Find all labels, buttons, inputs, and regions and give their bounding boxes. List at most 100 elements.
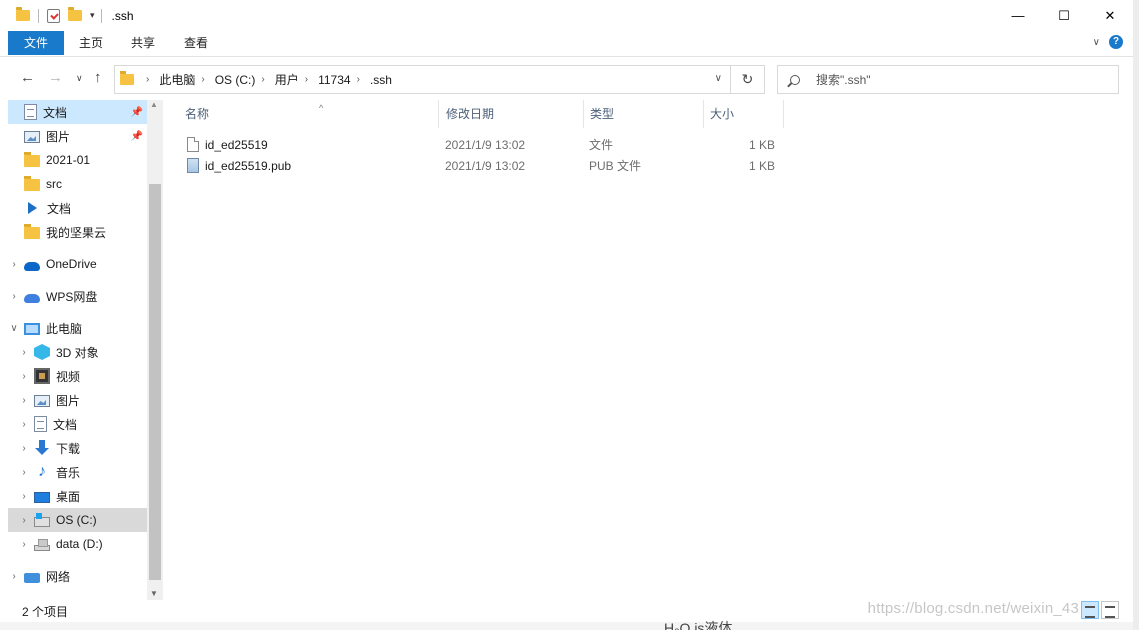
breadcrumb-separator[interactable]: › — [146, 74, 149, 85]
refresh-icon: ↻ — [741, 71, 754, 87]
tab-share[interactable]: 共享 — [118, 31, 168, 55]
pin-icon[interactable]: 📌 — [131, 131, 143, 142]
breadcrumb-this-pc[interactable]: 此电脑 — [159, 71, 195, 88]
sidebar-item-videos[interactable]: › 视频 — [8, 364, 147, 388]
sidebar-item-nutstore[interactable]: 我的坚果云 — [8, 220, 147, 244]
sidebar-item-2021-01[interactable]: 2021-01 — [8, 148, 147, 172]
sidebar-item-wps[interactable]: › WPS网盘 — [8, 284, 147, 308]
file-row[interactable]: id_ed25519.pub 2021/1/9 13:02 PUB 文件 1 K… — [179, 155, 784, 176]
back-button[interactable]: ← — [20, 69, 35, 86]
sidebar-item-label: 图片 — [56, 393, 81, 408]
breadcrumb-os-c[interactable]: OS (C:) — [215, 73, 256, 87]
address-bar[interactable]: › 此电脑 › OS (C:) › 用户 › 11734 › .ssh ∨ — [114, 65, 731, 94]
properties-icon[interactable] — [47, 8, 60, 23]
sidebar-item-label: 图片 — [46, 129, 71, 144]
breadcrumb-11734[interactable]: 11734 — [318, 73, 350, 87]
file-list: ^ 名称 修改日期 类型 大小 id_ed25519 2021/1/9 13:0… — [164, 100, 1133, 600]
sidebar-item-documents-pinned[interactable]: 文档 📌 — [8, 100, 147, 124]
sidebar-item-pictures-pinned[interactable]: 图片 📌 — [8, 124, 147, 148]
expand-icon[interactable]: › — [18, 539, 30, 550]
breadcrumb-ssh[interactable]: .ssh — [370, 73, 392, 87]
folder-icon — [16, 7, 30, 21]
sidebar-item-documents[interactable]: › 文档 — [8, 412, 147, 436]
search-input[interactable]: 搜索".ssh" — [777, 65, 1119, 94]
sidebar-item-desktop[interactable]: › 桌面 — [8, 484, 147, 508]
ribbon-collapse-icon[interactable]: ∨ — [1093, 37, 1100, 48]
breadcrumb-users[interactable]: 用户 — [275, 71, 299, 88]
sidebar-item-src[interactable]: src — [8, 172, 147, 196]
expand-icon[interactable]: › — [8, 291, 20, 302]
sidebar-item-onedrive[interactable]: › OneDrive — [8, 252, 147, 276]
file-row[interactable]: id_ed25519 2021/1/9 13:02 文件 1 KB — [179, 134, 784, 155]
onedrive-cloud-icon — [24, 261, 40, 271]
desktop-icon — [34, 492, 50, 503]
column-header-size[interactable]: 大小 — [704, 100, 784, 128]
sidebar-item-pictures[interactable]: › 图片 — [8, 388, 147, 412]
sidebar-item-network[interactable]: › 网络 — [8, 564, 147, 588]
customize-toolbar-dropdown[interactable]: ▾ — [90, 10, 95, 21]
breadcrumb-separator[interactable]: › — [261, 74, 264, 85]
sidebar-item-label: WPS网盘 — [46, 289, 98, 304]
new-folder-icon[interactable] — [68, 7, 82, 21]
sidebar-scrollbar[interactable]: ▲ ▼ — [147, 100, 163, 600]
sidebar-item-documents-shortcut[interactable]: 文档 — [8, 196, 147, 220]
background-window-edge — [1133, 0, 1139, 630]
details-view-button[interactable] — [1081, 601, 1099, 619]
expand-icon[interactable]: › — [18, 515, 30, 526]
file-type: 文件 — [589, 138, 614, 152]
column-header-type[interactable]: 类型 — [584, 100, 704, 128]
data-drive-icon — [34, 539, 50, 551]
sidebar-item-os-c[interactable]: › OS (C:) — [8, 508, 147, 532]
close-button[interactable]: ✕ — [1087, 0, 1133, 31]
tab-home[interactable]: 主页 — [66, 31, 116, 55]
download-icon — [34, 440, 50, 456]
address-dropdown-icon[interactable]: ∨ — [715, 73, 722, 84]
tab-file[interactable]: 文件 — [8, 31, 64, 55]
expand-icon[interactable]: › — [18, 371, 30, 382]
expand-icon[interactable]: › — [18, 491, 30, 502]
tab-view[interactable]: 查看 — [171, 31, 221, 55]
column-header-name[interactable]: ^ 名称 — [179, 100, 439, 128]
toolbar-separator — [38, 8, 39, 23]
maximize-button[interactable]: ☐ — [1041, 0, 1087, 31]
expand-icon[interactable]: › — [18, 467, 30, 478]
expand-icon[interactable]: › — [18, 347, 30, 358]
up-button[interactable]: ↑ — [94, 69, 102, 86]
sidebar-item-music[interactable]: › ♪ 音乐 — [8, 460, 147, 484]
pictures-icon — [24, 131, 40, 143]
large-icons-view-button[interactable] — [1101, 601, 1119, 619]
help-icon[interactable]: ? — [1109, 35, 1123, 49]
pub-file-icon — [187, 158, 199, 173]
search-placeholder: 搜索".ssh" — [816, 73, 871, 87]
sidebar-item-downloads[interactable]: › 下载 — [8, 436, 147, 460]
sidebar-item-3d-objects[interactable]: › 3D 对象 — [8, 340, 147, 364]
breadcrumb-separator[interactable]: › — [305, 74, 308, 85]
breadcrumb-separator[interactable]: › — [357, 74, 360, 85]
scrollbar-thumb[interactable] — [149, 184, 161, 580]
breadcrumb-separator[interactable]: › — [201, 74, 204, 85]
expand-icon[interactable]: › — [8, 259, 20, 270]
this-pc-icon — [24, 322, 40, 335]
scroll-up-icon[interactable]: ▲ — [150, 100, 158, 109]
scroll-down-icon[interactable]: ▼ — [150, 589, 158, 598]
refresh-button[interactable]: ↻ — [731, 65, 765, 94]
column-header-date[interactable]: 修改日期 — [440, 100, 584, 128]
document-icon — [24, 104, 37, 120]
expand-icon[interactable]: › — [8, 571, 20, 582]
minimize-button[interactable]: — — [995, 0, 1041, 31]
expand-icon[interactable]: › — [18, 419, 30, 430]
video-icon — [34, 368, 50, 384]
sidebar-item-label: 文档 — [43, 105, 68, 120]
collapse-icon[interactable]: ∨ — [8, 323, 20, 334]
expand-icon[interactable]: › — [18, 443, 30, 454]
sidebar-item-label: 文档 — [47, 201, 72, 216]
sidebar-item-data-d[interactable]: › data (D:) — [8, 532, 147, 556]
navigation-pane: 文档 📌 图片 📌 2021-01 src 文档 我的坚果云 › OneDriv… — [8, 100, 163, 600]
window-title: .ssh — [111, 8, 134, 23]
expand-icon[interactable]: › — [18, 395, 30, 406]
sidebar-item-this-pc[interactable]: ∨ 此电脑 — [8, 316, 147, 340]
forward-button[interactable]: → — [48, 69, 63, 86]
recent-locations-dropdown[interactable]: ∨ — [76, 73, 83, 84]
pin-icon[interactable]: 📌 — [131, 107, 143, 118]
music-icon: ♪ — [38, 463, 46, 480]
